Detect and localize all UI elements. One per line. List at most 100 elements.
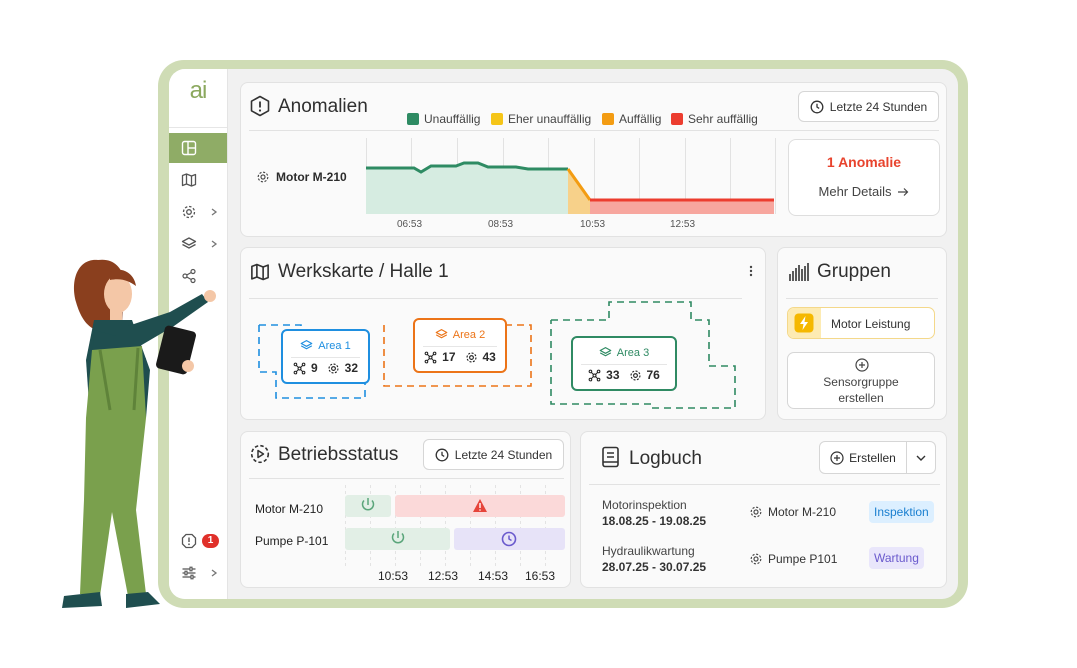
- create-group-label-1: Sensorgruppe: [823, 375, 899, 389]
- x-tick: 16:53: [525, 569, 556, 583]
- anomalies-title: Anomalien: [278, 96, 368, 117]
- x-tick: 10:53: [378, 569, 409, 583]
- gear-icon: [750, 506, 762, 518]
- x-tick: 10:53: [580, 219, 606, 230]
- anomaly-hexagon-icon: [250, 95, 270, 117]
- sensor-network-icon: [588, 369, 601, 381]
- status-row-label: Pumpe P-101: [255, 534, 329, 548]
- chevron-down-icon[interactable]: [914, 451, 928, 465]
- time-range-button[interactable]: Letzte 24 Stunden: [798, 91, 939, 122]
- legend-label: Unauffällig: [424, 112, 481, 126]
- sensor-count: 33: [606, 368, 620, 382]
- x-tick: 06:53: [397, 219, 423, 230]
- legend-swatch: [671, 113, 683, 125]
- anomaly-summary-box: 1 Anomalie Mehr Details: [788, 139, 940, 216]
- app-screen: ai 1 Anomalien Unauffällig Eher unauffäl…: [169, 69, 958, 599]
- more-details-link[interactable]: Mehr Details: [789, 184, 939, 199]
- log-entry-device: Motor M-210: [749, 505, 836, 519]
- logbook-card: Logbuch Erstellen Motorinspektion 18.08.…: [580, 431, 947, 588]
- legend-swatch: [407, 113, 419, 125]
- area-card-1[interactable]: Area 1 9 32: [281, 329, 370, 384]
- device-name: Motor M-210: [768, 505, 837, 519]
- legend-item-unauffaellig: Unauffällig: [407, 112, 480, 126]
- time-range-button[interactable]: Letzte 24 Stunden: [423, 439, 564, 470]
- gear-icon: [750, 553, 762, 565]
- layout-icon: [181, 140, 197, 156]
- area-title: Area 1: [283, 339, 368, 352]
- layers-icon: [599, 347, 612, 357]
- log-entry-title: Motorinspektion: [602, 498, 687, 512]
- header-divider: [249, 130, 939, 131]
- sidebar-item-settings[interactable]: [169, 197, 227, 227]
- gear-icon: [257, 171, 269, 183]
- factory-map-card: Werkskarte / Halle 1 Area 1 9 32 Area 2 …: [240, 247, 766, 420]
- chevron-right-icon: [211, 208, 218, 216]
- area-title: Area 2: [415, 328, 505, 341]
- area-name: Area 2: [452, 328, 486, 341]
- area-divider: [423, 346, 497, 347]
- lightning-icon: [794, 313, 814, 333]
- clock-icon: [810, 100, 824, 113]
- create-entry-label: Erstellen: [849, 450, 896, 465]
- gear-icon: [629, 369, 641, 381]
- create-entry-button[interactable]: Erstellen: [820, 442, 906, 473]
- layers-icon: [300, 340, 313, 350]
- legend-item-auffaellig: Auffällig: [602, 112, 661, 126]
- area-card-2[interactable]: Area 2 17 43: [413, 318, 507, 373]
- sensor-count: 17: [442, 350, 456, 364]
- gear-icon: [328, 362, 339, 374]
- gear-play-icon: [250, 444, 270, 464]
- more-details-label: Mehr Details: [818, 184, 892, 199]
- legend-label: Auffällig: [619, 112, 662, 126]
- legend-swatch: [491, 113, 503, 125]
- legend-swatch: [602, 113, 614, 125]
- status-row-label: Motor M-210: [255, 502, 324, 516]
- sidebar-divider: [169, 127, 227, 128]
- sensor-network-icon: [293, 362, 306, 374]
- operating-status-title: Betriebsstatus: [278, 444, 399, 465]
- group-item-motor-leistung[interactable]: Motor Leistung: [787, 307, 935, 339]
- x-tick: 12:53: [428, 569, 459, 583]
- device-name: Pumpe P101: [768, 552, 838, 566]
- log-entry-dates: 18.08.25 - 19.08.25: [602, 514, 707, 528]
- bar-signal-icon: [789, 263, 809, 281]
- area-stats: 9 32: [283, 361, 368, 375]
- header-divider: [589, 484, 940, 485]
- area-title: Area 3: [573, 346, 675, 359]
- operating-status-card: Betriebsstatus Letzte 24 Stunden Motor M…: [240, 431, 571, 588]
- device-count: 43: [482, 350, 496, 364]
- anomaly-device-label: Motor M-210: [256, 170, 347, 184]
- create-entry-group: Erstellen: [819, 441, 936, 474]
- sidebar-item-map[interactable]: [169, 165, 227, 195]
- area-divider: [291, 357, 360, 358]
- person-illustration: [62, 259, 216, 608]
- device-name: Motor M-210: [276, 170, 347, 184]
- sidebar-item-dashboard[interactable]: [169, 133, 227, 163]
- clock-icon: [435, 448, 449, 461]
- device-count: 76: [646, 368, 660, 382]
- legend-label: Sehr auffällig: [688, 112, 758, 126]
- create-sensor-group-button[interactable]: Sensorgruppe erstellen: [787, 352, 935, 409]
- anomalies-card: Anomalien Unauffällig Eher unauffällig A…: [240, 82, 947, 237]
- x-tick: 14:53: [478, 569, 509, 583]
- legend-item-sehr-auffaellig: Sehr auffällig: [671, 112, 758, 126]
- arrow-right-icon: [898, 187, 909, 196]
- logbook-title: Logbuch: [629, 448, 702, 469]
- sensor-network-icon: [424, 351, 437, 363]
- anomaly-count: 1 Anomalie: [826, 154, 902, 170]
- plus-circle-icon: [855, 358, 869, 372]
- map-icon: [181, 173, 197, 187]
- groups-card: Gruppen Motor Leistung Sensorgruppe erst…: [777, 247, 947, 420]
- time-range-label: Letzte 24 Stunden: [454, 447, 553, 462]
- log-entry-device: Pumpe P101: [749, 552, 837, 566]
- area-stats: 17 43: [415, 350, 505, 364]
- x-tick: 12:53: [670, 219, 696, 230]
- device-count: 32: [344, 361, 359, 375]
- x-tick: 08:53: [488, 219, 514, 230]
- area-card-3[interactable]: Area 3 33 76: [571, 336, 677, 391]
- create-group-label-2: erstellen: [838, 391, 884, 405]
- log-entry-tag: Wartung: [869, 547, 924, 569]
- time-range-label: Letzte 24 Stunden: [829, 99, 928, 114]
- groups-title: Gruppen: [817, 261, 891, 282]
- app-logo: ai: [189, 77, 208, 104]
